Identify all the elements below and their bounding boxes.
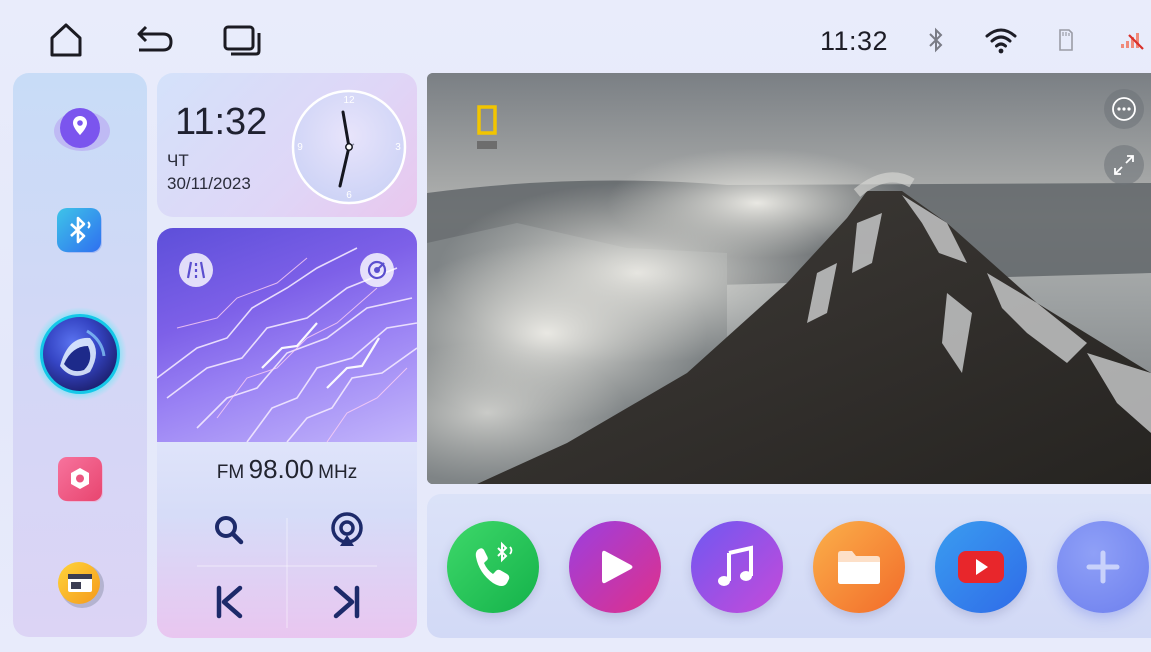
status-bar: 11:32 [0, 0, 1151, 72]
clock-date: 30/11/2023 [167, 174, 251, 193]
app-phone-button[interactable] [447, 521, 539, 613]
radio-next-button[interactable] [317, 574, 377, 630]
app-music-button[interactable] [691, 521, 783, 613]
radio-source-button[interactable] [179, 253, 213, 287]
app-files-button[interactable] [813, 521, 905, 613]
gallery-icon [58, 562, 104, 608]
video-panel[interactable] [427, 73, 1151, 484]
radio-unit: MHz [318, 462, 358, 483]
youtube-icon [958, 551, 1004, 583]
recent-apps-button[interactable] [220, 18, 264, 62]
app-youtube-button[interactable] [935, 521, 1027, 613]
next-icon [333, 585, 360, 619]
folder-icon [838, 551, 880, 584]
wifi-icon [982, 22, 1020, 58]
home-button[interactable] [44, 18, 88, 62]
play-icon [602, 550, 633, 584]
clock-widget[interactable]: 11:32 ЧТ 30/11/2023 12 3 6 9 [157, 73, 417, 217]
video-fullscreen-button[interactable] [1104, 145, 1144, 185]
radio-previous-button[interactable] [199, 574, 259, 630]
radio-search-button[interactable] [199, 502, 259, 558]
search-icon [215, 516, 244, 545]
radio-frequency-readout: FM 98.00 MHz [157, 454, 417, 485]
music-note-icon [718, 545, 753, 586]
plus-icon [1086, 550, 1120, 584]
radar-target-icon [367, 260, 387, 280]
home-icon [50, 23, 82, 57]
dial-number-9: 9 [297, 142, 303, 153]
app-video-player-button[interactable] [569, 521, 661, 613]
dial-number-3: 3 [395, 142, 401, 153]
app-add-button[interactable] [1057, 521, 1149, 613]
bluetooth-phone-call-icon [475, 541, 513, 586]
bluetooth-phone-icon [57, 208, 102, 253]
dock-bluetooth-button[interactable] [13, 201, 147, 261]
navigation-pin-icon [54, 108, 110, 151]
radio-broadcast-icon [331, 512, 363, 546]
road-icon [186, 261, 206, 279]
clock-time: 11:32 [175, 101, 268, 143]
dial-number-12: 12 [343, 95, 355, 106]
dock-gallery-button[interactable] [13, 556, 147, 612]
dock-voice-assistant-button[interactable] [13, 306, 147, 402]
radio-frequency: 98.00 [248, 454, 314, 484]
dock-navigation-button[interactable] [13, 100, 147, 156]
radio-control-divider [197, 518, 377, 628]
back-icon [137, 25, 173, 52]
analog-clock: 12 3 6 9 [291, 89, 407, 205]
back-button[interactable] [132, 18, 176, 62]
fullscreen-icon [1114, 155, 1134, 175]
dial-number-6: 6 [346, 190, 352, 201]
previous-icon [216, 585, 243, 619]
channel-logo [477, 105, 497, 151]
sd-card-icon [1056, 22, 1076, 58]
radio-scan-button[interactable] [317, 502, 377, 558]
radio-widget[interactable]: FM 98.00 MHz [157, 228, 417, 638]
status-time: 11:32 [820, 26, 889, 56]
radio-band: FM [216, 462, 245, 483]
voice-assistant-orb-icon [33, 307, 127, 401]
bluetooth-icon [925, 22, 947, 58]
more-options-icon [1112, 97, 1136, 121]
video-more-button[interactable] [1104, 89, 1144, 129]
clock-day: ЧТ [167, 151, 189, 170]
dock-settings-button[interactable] [13, 451, 147, 507]
recent-apps-icon [223, 25, 261, 56]
no-signal-icon [1118, 22, 1146, 58]
radio-record-button[interactable] [360, 253, 394, 287]
left-dock [13, 73, 147, 637]
volcano-video-frame [427, 73, 1151, 484]
settings-hexagon-icon [58, 457, 103, 502]
